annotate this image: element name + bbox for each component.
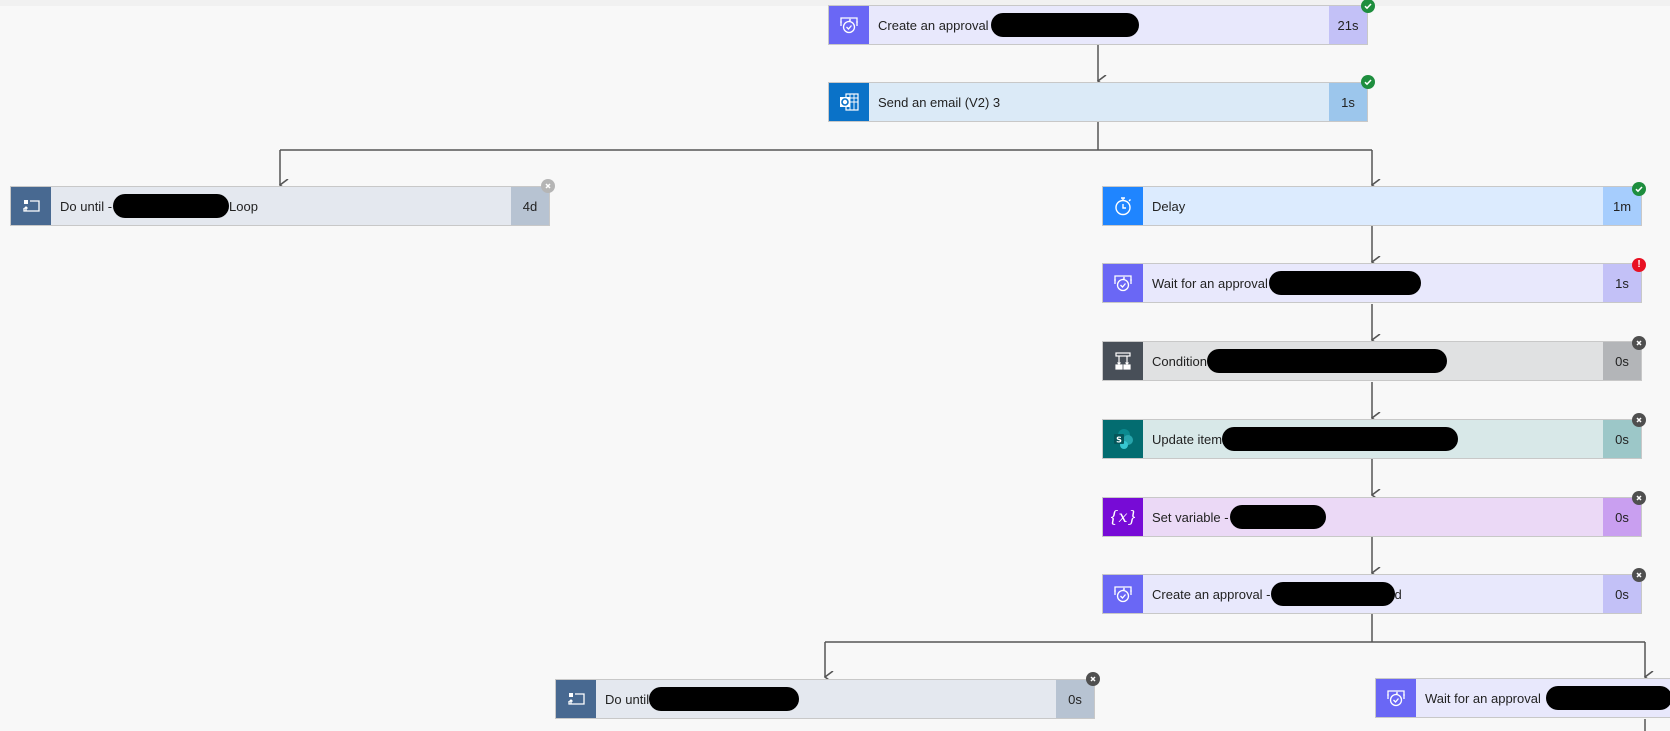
action-title: Delay xyxy=(1152,198,1186,214)
action-title: Wait for an approval xyxy=(1425,690,1541,706)
success-badge-icon xyxy=(1632,182,1646,196)
action-duration: 0s xyxy=(1056,680,1094,718)
action-wait-approval-1[interactable]: Wait for an approval 1s xyxy=(1102,263,1642,303)
condition-icon xyxy=(1103,342,1143,380)
redacted-text xyxy=(1222,427,1459,451)
action-title: Wait for an approval xyxy=(1152,275,1268,291)
cancelled-badge-icon xyxy=(541,179,555,193)
success-badge-icon xyxy=(1361,75,1375,89)
skipped-badge-icon xyxy=(1632,336,1646,350)
approval-icon xyxy=(1376,679,1416,717)
action-title: Do until xyxy=(605,691,650,707)
action-title: Create an approval xyxy=(878,17,989,33)
loop-icon xyxy=(11,187,51,225)
action-do-until-1[interactable]: Do until - Loop 4d xyxy=(10,186,550,226)
action-wait-approval-2[interactable]: Wait for an approval xyxy=(1375,678,1670,718)
skipped-badge-icon xyxy=(1632,568,1646,582)
connector xyxy=(280,122,1372,151)
action-duration: 4d xyxy=(511,187,549,225)
action-create-approval-2[interactable]: Create an approval -d 0s xyxy=(1102,574,1642,614)
redacted-text xyxy=(1206,349,1447,373)
action-condition[interactable]: Condition 0s xyxy=(1102,341,1642,381)
redacted-text xyxy=(1229,505,1326,529)
action-title: Do until - xyxy=(60,198,113,214)
action-send-email[interactable]: Send an email (V2) 3 1s xyxy=(828,82,1368,122)
action-duration: 21s xyxy=(1329,6,1367,44)
sharepoint-icon: S xyxy=(1103,420,1143,458)
redacted-text xyxy=(113,194,230,218)
action-duration: 1s xyxy=(1329,83,1367,121)
action-title: Update item xyxy=(1152,431,1223,447)
loop-icon xyxy=(556,680,596,718)
approval-icon xyxy=(829,6,869,44)
action-set-variable[interactable]: {x} Set variable - 0s xyxy=(1102,497,1642,537)
redacted-text xyxy=(649,687,800,711)
outlook-icon xyxy=(829,83,869,121)
skipped-badge-icon xyxy=(1632,413,1646,427)
action-title: Create an approval - xyxy=(1152,586,1271,602)
variable-icon: {x} xyxy=(1103,498,1143,536)
action-title-suffix: Loop xyxy=(229,198,258,214)
action-create-approval-1[interactable]: Create an approval 21s xyxy=(828,5,1368,45)
action-title: Send an email (V2) 3 xyxy=(878,94,1001,110)
svg-text:{x}: {x} xyxy=(1111,507,1135,526)
action-delay[interactable]: Delay 1m xyxy=(1102,186,1642,226)
skipped-badge-icon xyxy=(1632,491,1646,505)
redacted-text xyxy=(1270,582,1395,606)
redacted-text xyxy=(1545,686,1670,710)
skipped-badge-icon xyxy=(1086,672,1100,686)
approval-icon xyxy=(1103,264,1143,302)
action-title: Set variable - xyxy=(1152,509,1229,525)
redacted-text xyxy=(990,13,1139,37)
action-title-suffix: d xyxy=(1394,586,1402,602)
approval-icon xyxy=(1103,575,1143,613)
action-do-until-2[interactable]: Do until 0s xyxy=(555,679,1095,719)
timer-icon xyxy=(1103,187,1143,225)
redacted-text xyxy=(1268,271,1421,295)
svg-text:S: S xyxy=(1116,436,1122,445)
error-badge-icon: ! xyxy=(1632,258,1646,272)
connector xyxy=(825,614,1645,643)
action-title: Condition xyxy=(1152,353,1207,369)
action-update-item[interactable]: S Update item 0s xyxy=(1102,419,1642,459)
